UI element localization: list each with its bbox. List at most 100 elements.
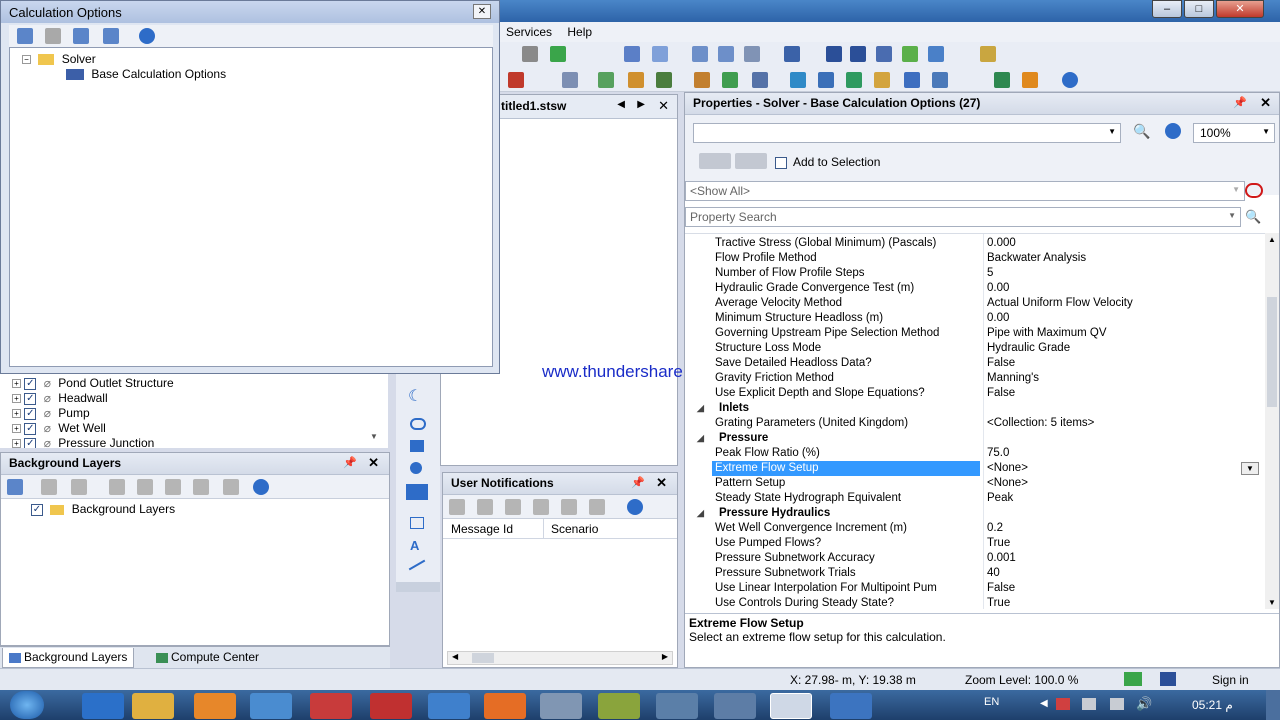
properties-icon[interactable] <box>71 479 87 495</box>
property-category[interactable]: ◢ Pressure Hydraulics <box>685 506 1265 521</box>
profile-icon[interactable] <box>826 46 842 62</box>
property-row[interactable]: Pressure Subnetwork Accuracy 0.001 <box>685 551 1265 566</box>
app-icon-6[interactable] <box>656 693 698 719</box>
network-tray-icon[interactable] <box>1110 698 1124 710</box>
pin-icon[interactable]: 📌 <box>343 456 357 469</box>
add-to-selection-checkbox[interactable] <box>775 155 787 169</box>
filter-dropdown[interactable]: <Show All> ▼ <box>685 181 1245 201</box>
expand-icon[interactable]: + <box>12 439 21 448</box>
firefox-icon[interactable] <box>484 693 526 719</box>
move-down-icon[interactable] <box>165 479 181 495</box>
close-icon[interactable]: ✕ <box>1260 95 1271 111</box>
property-value[interactable]: Manning's <box>987 371 1257 386</box>
tab-compute-center[interactable]: Compute Center <box>150 648 265 668</box>
property-row[interactable]: Structure Loss Mode Hydraulic Grade <box>685 341 1265 356</box>
app-icon-1[interactable] <box>250 693 292 719</box>
property-row[interactable]: Save Detailed Headloss Data? False <box>685 356 1265 371</box>
globe-icon[interactable] <box>846 72 862 88</box>
property-value[interactable]: False <box>987 356 1257 371</box>
delete-icon[interactable] <box>45 28 61 44</box>
sync-icon[interactable] <box>994 72 1010 88</box>
collapse-icon[interactable]: ◢ <box>697 506 704 521</box>
expand-all-icon[interactable] <box>193 479 209 495</box>
property-row[interactable]: Use Pumped Flows? True <box>685 536 1265 551</box>
query-icon[interactable] <box>562 72 578 88</box>
scroll-down-icon[interactable]: ▼ <box>1268 598 1276 607</box>
select-icon[interactable] <box>744 46 760 62</box>
save-icon[interactable] <box>477 499 493 515</box>
scroll-left-icon[interactable]: ◀ <box>452 652 458 661</box>
close-icon[interactable]: ✕ <box>658 98 669 114</box>
app-icon-active[interactable] <box>770 693 812 719</box>
junction-icon[interactable] <box>410 462 422 474</box>
checkbox-icon[interactable]: ✓ <box>24 377 37 390</box>
property-row[interactable]: Use Explicit Depth and Slope Equations? F… <box>685 386 1265 401</box>
property-value[interactable]: 75.0 <box>987 446 1257 461</box>
tree-item[interactable]: + ✓ ⌀ Wet Well <box>12 421 106 436</box>
zoom-icon[interactable] <box>561 499 577 515</box>
menu-services[interactable]: Services <box>500 22 558 42</box>
tab-background-layers[interactable]: Background Layers <box>2 648 135 668</box>
app-icon-5[interactable] <box>598 693 640 719</box>
find-icon[interactable]: 🔍 <box>1133 123 1150 140</box>
pond-icon[interactable] <box>410 418 426 430</box>
horizontal-scrollbar[interactable]: ◀ ▶ <box>447 651 673 665</box>
scenario-icon[interactable] <box>624 46 640 62</box>
property-value[interactable]: True <box>987 536 1257 551</box>
zoom-select[interactable]: 100% ▼ <box>1193 123 1275 143</box>
scroll-thumb[interactable] <box>1267 297 1277 407</box>
property-category[interactable]: ◢ Pressure <box>685 431 1265 446</box>
filter-icon[interactable] <box>589 499 605 515</box>
checkbox-icon[interactable]: ✓ <box>24 422 37 435</box>
volume-icon[interactable]: 🔊 <box>1136 696 1152 712</box>
close-icon[interactable]: ✕ <box>368 455 379 471</box>
catchment-icon[interactable] <box>818 72 834 88</box>
copy-icon[interactable] <box>533 499 549 515</box>
graph-icon[interactable] <box>850 46 866 62</box>
storm-icon[interactable] <box>874 72 890 88</box>
find-icon[interactable] <box>752 72 768 88</box>
rss-icon[interactable] <box>1022 72 1038 88</box>
app-icon-7[interactable] <box>714 693 756 719</box>
navigate-up-icon[interactable] <box>699 153 731 169</box>
results-icon[interactable] <box>656 72 672 88</box>
collapse-icon[interactable]: ◢ <box>697 431 704 446</box>
property-value[interactable]: 0.2 <box>987 521 1257 536</box>
close-app-button[interactable]: ✕ <box>1216 0 1264 18</box>
scroll-thumb[interactable] <box>472 653 494 663</box>
explorer-icon[interactable] <box>132 693 174 719</box>
media-player-icon[interactable] <box>194 693 236 719</box>
property-row[interactable]: Extreme Flow Setup <None> ▼ <box>685 461 1265 476</box>
help-icon[interactable] <box>139 28 155 44</box>
pan-icon[interactable] <box>522 46 538 62</box>
network-icon[interactable] <box>790 72 806 88</box>
help-icon[interactable] <box>253 479 269 495</box>
property-category[interactable]: ◢ Inlets <box>685 401 1265 416</box>
scroll-down-icon[interactable]: ▼ <box>370 432 378 441</box>
property-row[interactable]: Flow Profile Method Backwater Analysis <box>685 251 1265 266</box>
search-icon[interactable]: 🔍 <box>1245 209 1261 225</box>
start-button[interactable] <box>10 691 44 719</box>
property-row[interactable]: Number of Flow Profile Steps 5 <box>685 266 1265 281</box>
expand-icon[interactable]: + <box>12 379 21 389</box>
details-icon[interactable] <box>449 499 465 515</box>
report-icon[interactable] <box>928 46 944 62</box>
property-value[interactable]: False <box>987 581 1257 596</box>
delete-icon[interactable] <box>41 479 57 495</box>
duplicate-icon[interactable] <box>73 28 89 44</box>
move-up-icon[interactable] <box>137 479 153 495</box>
tray-icon-1[interactable] <box>1056 698 1070 710</box>
property-value[interactable]: Backwater Analysis <box>987 251 1257 266</box>
map-icon[interactable] <box>722 72 738 88</box>
export-icon[interactable] <box>932 72 948 88</box>
new-icon[interactable] <box>17 28 33 44</box>
property-row[interactable]: Use Linear Interpolation For Multipoint … <box>685 581 1265 596</box>
contour-icon[interactable] <box>876 46 892 62</box>
clock[interactable]: 05:21 م <box>1192 698 1233 712</box>
close-icon[interactable]: ✕ <box>473 4 491 19</box>
chevron-down-icon[interactable]: ▼ <box>1262 127 1270 136</box>
ie-icon[interactable] <box>82 693 124 719</box>
expand-icon[interactable]: + <box>12 424 21 434</box>
zoom-extents-icon[interactable] <box>692 46 708 62</box>
zoom-window-icon[interactable] <box>718 46 734 62</box>
